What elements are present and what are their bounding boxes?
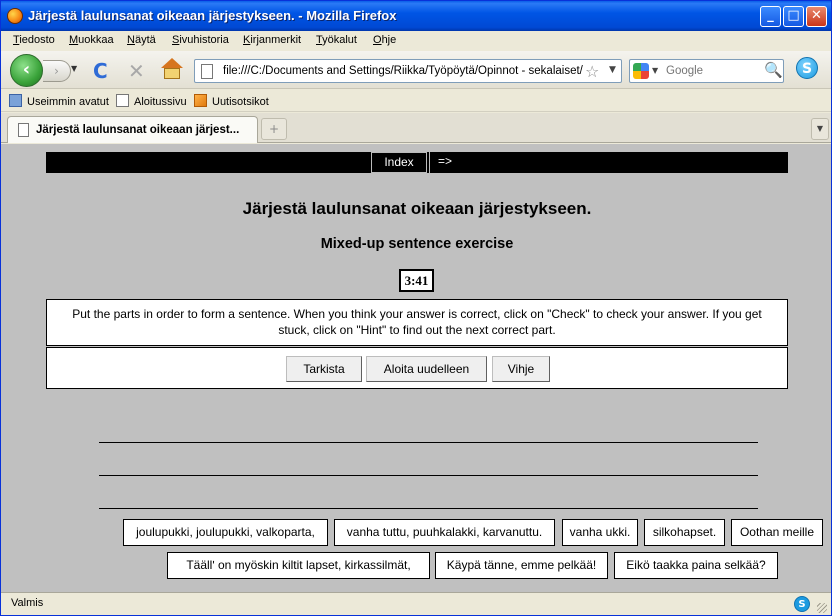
browser-window: Järjestä laulunsanat oikeaan järjestykse…	[0, 0, 832, 616]
minimize-button[interactable]: _	[760, 6, 781, 27]
search-engine-dropdown-icon[interactable]: ▼	[652, 66, 658, 75]
most-visited-icon	[9, 94, 22, 107]
word-chip[interactable]: joulupukki, joulupukki, valkoparta,	[123, 519, 328, 546]
history-dropdown-icon[interactable]: ▼	[71, 64, 77, 73]
answer-line	[99, 442, 758, 443]
back-button[interactable]: ‹	[10, 54, 43, 87]
menu-ohje[interactable]: Ohje	[373, 34, 396, 46]
exercise-subtitle: Mixed-up sentence exercise	[320, 236, 514, 252]
search-bar[interactable]: ▼ 🔍	[629, 59, 784, 83]
word-chip[interactable]: Täällʹ on myöskin kiltit lapset, kirkass…	[167, 552, 430, 579]
skype-icon[interactable]: S	[796, 57, 818, 79]
menu-kirjanmerkit[interactable]: Kirjanmerkit	[243, 34, 301, 46]
page-icon	[18, 123, 29, 137]
rss-icon	[194, 94, 207, 107]
hint-button[interactable]: Vihje	[492, 356, 550, 382]
url-text[interactable]: file:///C:/Documents and Settings/Riikka…	[223, 65, 583, 77]
reload-button[interactable]: C	[93, 59, 108, 83]
word-chip[interactable]: Käypä tänne, emme pelkää!	[435, 552, 608, 579]
page-content: Index => Järjestä laulunsanat oikeaan jä…	[1, 144, 831, 592]
bookmarks-toolbar: Useimmin avatut Aloitussivu Uutisotsikot	[1, 90, 831, 112]
new-tab-button[interactable]: +	[261, 118, 287, 140]
resize-grip[interactable]	[817, 603, 827, 613]
word-chip[interactable]: vanha ukki.	[562, 519, 638, 546]
answer-line	[99, 508, 758, 509]
bookmark-most-visited[interactable]: Useimmin avatut	[9, 94, 109, 108]
forward-button[interactable]: ›	[43, 60, 71, 82]
firefox-icon	[7, 8, 23, 24]
instructions-box: Put the parts in order to form a sentenc…	[46, 299, 788, 346]
tab-title: Järjestä laulunsanat oikeaan järjest...	[36, 124, 240, 136]
menu-muokkaa[interactable]: Muokkaa	[69, 34, 114, 46]
button-box: Tarkista Aloita uudelleen Vihje	[46, 347, 788, 389]
menu-sivuhistoria[interactable]: Sivuhistoria	[172, 34, 229, 46]
google-icon[interactable]	[633, 63, 649, 79]
index-link[interactable]: Index	[371, 152, 427, 173]
status-text: Valmis	[11, 597, 44, 609]
tab-strip: Järjestä laulunsanat oikeaan järjest... …	[1, 113, 831, 143]
menu-nayta[interactable]: Näytä	[127, 34, 156, 46]
tab-list-dropdown-icon[interactable]: ▼	[811, 118, 829, 140]
skype-status-icon[interactable]: S	[794, 596, 810, 612]
check-button[interactable]: Tarkista	[286, 356, 362, 382]
title-bar[interactable]: Järjestä laulunsanat oikeaan järjestykse…	[1, 1, 831, 31]
menu-tyokalut[interactable]: Työkalut	[316, 34, 357, 46]
exercise-nav-bar: Index =>	[46, 152, 788, 173]
next-link[interactable]: =>	[429, 152, 465, 173]
close-button[interactable]: ✕	[806, 6, 827, 27]
stop-button[interactable]: ✕	[128, 59, 145, 83]
restart-button[interactable]: Aloita uudelleen	[366, 356, 487, 382]
status-bar: Valmis S	[1, 592, 831, 615]
word-chip[interactable]: silkohapset.	[644, 519, 725, 546]
address-bar[interactable]: file:///C:/Documents and Settings/Riikka…	[194, 59, 622, 83]
search-icon[interactable]: 🔍	[764, 61, 783, 79]
word-chip[interactable]: Oothan meille	[731, 519, 823, 546]
exercise-title: Järjestä laulunsanat oikeaan järjestykse…	[242, 199, 592, 218]
menu-bar: Tiedosto Muokkaa Näytä Sivuhistoria Kirj…	[1, 31, 831, 51]
bookmark-headlines[interactable]: Uutisotsikot	[194, 94, 269, 108]
bookmark-start-page[interactable]: Aloitussivu	[116, 94, 187, 108]
word-chip[interactable]: vanha tuttu, puuhkalakki, karvanuttu.	[334, 519, 555, 546]
search-input[interactable]	[666, 63, 762, 79]
timer: 3:41	[399, 269, 434, 292]
page-icon	[116, 94, 129, 107]
tab-active[interactable]: Järjestä laulunsanat oikeaan järjest...	[7, 116, 258, 143]
navigation-toolbar: ‹ › ▼ C ✕ file:///C:/Documents and Setti…	[1, 51, 831, 89]
maximize-button[interactable]: □	[783, 6, 804, 27]
url-dropdown-icon[interactable]: ▼	[609, 65, 616, 75]
menu-tiedosto[interactable]: Tiedosto	[13, 34, 55, 46]
home-button[interactable]	[160, 58, 184, 80]
home-icon	[161, 58, 183, 68]
window-title: Järjestä laulunsanat oikeaan järjestykse…	[28, 8, 397, 23]
bookmark-star-icon[interactable]: ☆	[585, 62, 599, 81]
page-icon	[201, 64, 213, 79]
answer-line	[99, 475, 758, 476]
word-chip[interactable]: Eikö taakka paina selkää?	[614, 552, 778, 579]
